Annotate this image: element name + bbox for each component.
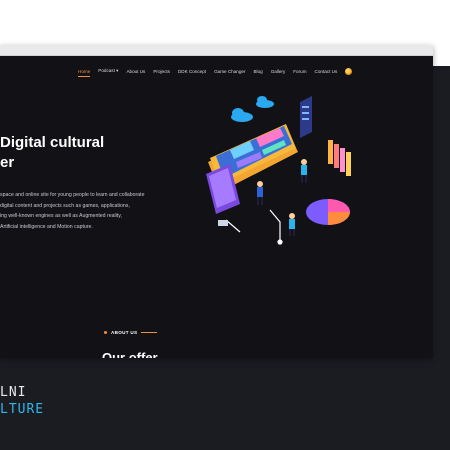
flag-icon[interactable] [345,67,353,75]
laptop-icon [218,220,228,226]
page-backdrop-right [432,66,450,366]
about-underline [141,331,158,334]
nav-item-ddk-concept[interactable]: DDK Concept [178,69,206,74]
hero-text-line: Artificial intelligence and Motion captu… [0,223,93,230]
nav-item-blog[interactable]: Blog [253,69,262,74]
page-backdrop-bottom [0,358,450,450]
section-heading-our-offer: Our offer [102,350,158,358]
nav-item-home[interactable]: Home [78,69,91,77]
nav-item-about-us[interactable]: About Us [126,69,145,74]
nav-item-contact-us[interactable]: Contact Us [315,69,338,74]
person-icon [301,159,307,183]
about-us-label: ABOUT US [111,330,138,335]
person-icon [289,213,295,236]
main-navbar: Home Podcast ▾ About Us Projects DDK Con… [78,65,353,77]
about-dot-icon [104,331,107,334]
nav-item-podcast[interactable]: Podcast ▾ [98,68,118,74]
person-icon [257,181,263,205]
hero-description: space and online site for young people t… [0,190,190,232]
bar-stack-icon [328,140,351,176]
browser-chrome-bar [0,45,433,56]
about-us-label-group: ABOUT US [104,330,158,335]
nav-item-gallery[interactable]: Gallery [271,69,286,74]
hero-title-line2: er [0,154,15,171]
hero-text-line: space and online site for young people t… [0,192,145,198]
logo-line2: LTURE [0,402,45,417]
hero-text-line: digital content and projects such as gam… [0,202,130,209]
nav-item-forum[interactable]: Forum [293,69,306,74]
cloud-icon [231,96,274,122]
nav-item-game-changer[interactable]: Game Changer [214,69,245,74]
chart-card-icon [300,96,312,138]
logo-line1: LNI [0,385,27,400]
hero-title-line1: Digital cultural [0,134,105,151]
nav-item-projects[interactable]: Projects [153,69,170,74]
isometric-tech-illustration [206,96,351,245]
site-logo: LNI LTURE [0,384,44,418]
pie-chart-icon [306,199,350,225]
page-backdrop-top [0,0,450,45]
connector-lines [225,209,283,245]
hero-title: Digital cultural er [0,133,104,173]
website-screenshot-window: Home Podcast ▾ About Us Projects DDK Con… [0,45,433,358]
hero-text-line: ing well-known engines as well as Augmen… [0,213,122,219]
